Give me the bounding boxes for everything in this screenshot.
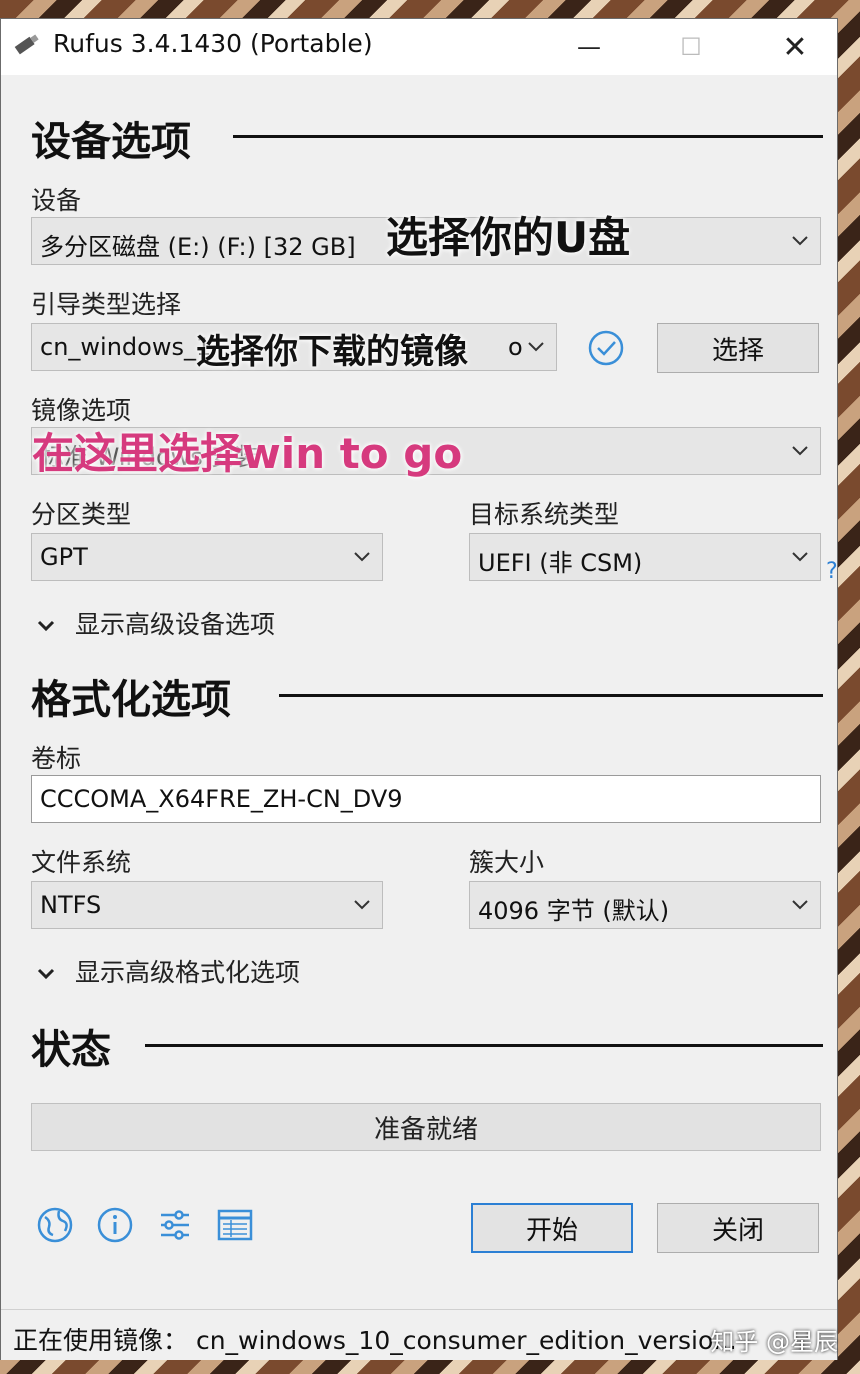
footer-status-text: 正在使用镜像： cn_windows_10_consumer_edition_v… xyxy=(13,1326,737,1355)
file-system-label: 文件系统 xyxy=(31,848,132,877)
chevron-down-icon xyxy=(528,342,544,352)
partition-scheme-dropdown[interactable]: GPT xyxy=(31,533,383,581)
settings-sliders-icon[interactable] xyxy=(155,1205,195,1245)
cluster-size-dropdown[interactable]: 4096 字节 (默认) xyxy=(469,881,821,929)
boot-selection-value-tail: o xyxy=(508,333,523,361)
volume-label-input[interactable]: CCCOMA_X64FRE_ZH-CN_DV9 xyxy=(31,775,821,823)
window-title: Rufus 3.4.1430 (Portable) xyxy=(53,29,373,58)
close-button[interactable]: 关闭 xyxy=(657,1203,819,1253)
checksum-check-icon[interactable] xyxy=(587,329,625,367)
target-system-label: 目标系统类型 xyxy=(469,500,620,529)
select-image-button[interactable]: 选择 xyxy=(657,323,819,373)
device-label: 设备 xyxy=(31,186,82,215)
file-system-dropdown[interactable]: NTFS xyxy=(31,881,383,929)
advanced-device-options-label: 显示高级设备选项 xyxy=(74,610,275,639)
close-window-button[interactable]: ✕ xyxy=(755,19,835,75)
annotation-select-wtg: 在这里选择win to go xyxy=(32,429,463,478)
annotation-select-usb: 选择你的U盘 xyxy=(386,213,631,262)
advanced-format-options-toggle[interactable]: 显示高级格式化选项 xyxy=(37,953,300,989)
chevron-down-icon xyxy=(792,552,808,562)
minimize-button[interactable]: — xyxy=(549,19,629,75)
partition-scheme-value: GPT xyxy=(40,543,88,571)
chevron-down-icon xyxy=(354,552,370,562)
chevron-down-icon xyxy=(792,446,808,456)
target-system-dropdown[interactable]: UEFI (非 CSM) xyxy=(469,533,821,581)
status-progress-bar: 准备就绪 xyxy=(31,1103,821,1151)
section-divider xyxy=(145,1044,823,1047)
format-options-heading: 格式化选项 xyxy=(31,677,231,723)
volume-label-label: 卷标 xyxy=(31,744,82,773)
usb-drive-icon xyxy=(14,34,39,55)
annotation-select-image: 选择你下载的镜像 xyxy=(196,332,468,372)
status-text: 准备就绪 xyxy=(373,1114,478,1145)
status-heading: 状态 xyxy=(31,1027,111,1073)
title-bar[interactable]: Rufus 3.4.1430 (Portable) — ☐ ✕ xyxy=(1,19,837,75)
help-icon[interactable]: ? xyxy=(826,559,838,584)
advanced-format-options-label: 显示高级格式化选项 xyxy=(74,958,300,987)
maximize-button[interactable]: ☐ xyxy=(651,19,731,75)
cluster-size-value: 4096 字节 (默认) xyxy=(478,897,670,925)
chevron-down-icon xyxy=(354,900,370,910)
volume-label-value: CCCOMA_X64FRE_ZH-CN_DV9 xyxy=(40,785,403,813)
about-info-icon[interactable] xyxy=(95,1205,135,1245)
chevron-down-icon xyxy=(37,968,55,980)
boot-selection-value: cn_windows_1 xyxy=(40,333,212,361)
device-value: 多分区磁盘 (E:) (F:) [32 GB] xyxy=(40,233,356,261)
partition-scheme-label: 分区类型 xyxy=(31,500,132,529)
chevron-down-icon xyxy=(792,900,808,910)
language-globe-icon[interactable] xyxy=(35,1205,75,1245)
boot-selection-label: 引导类型选择 xyxy=(31,290,182,319)
device-options-heading: 设备选项 xyxy=(31,119,191,165)
section-divider xyxy=(279,694,823,697)
target-system-value: UEFI (非 CSM) xyxy=(478,549,643,577)
file-system-value: NTFS xyxy=(40,891,102,919)
advanced-device-options-toggle[interactable]: 显示高级设备选项 xyxy=(37,605,275,641)
chevron-down-icon xyxy=(792,236,808,246)
chevron-down-icon xyxy=(37,620,55,632)
section-divider xyxy=(233,135,823,138)
start-button[interactable]: 开始 xyxy=(471,1203,633,1253)
zhihu-watermark: 知乎 @星辰 xyxy=(710,1328,838,1356)
log-table-icon[interactable] xyxy=(215,1205,255,1245)
cluster-size-label: 簇大小 xyxy=(469,848,545,877)
